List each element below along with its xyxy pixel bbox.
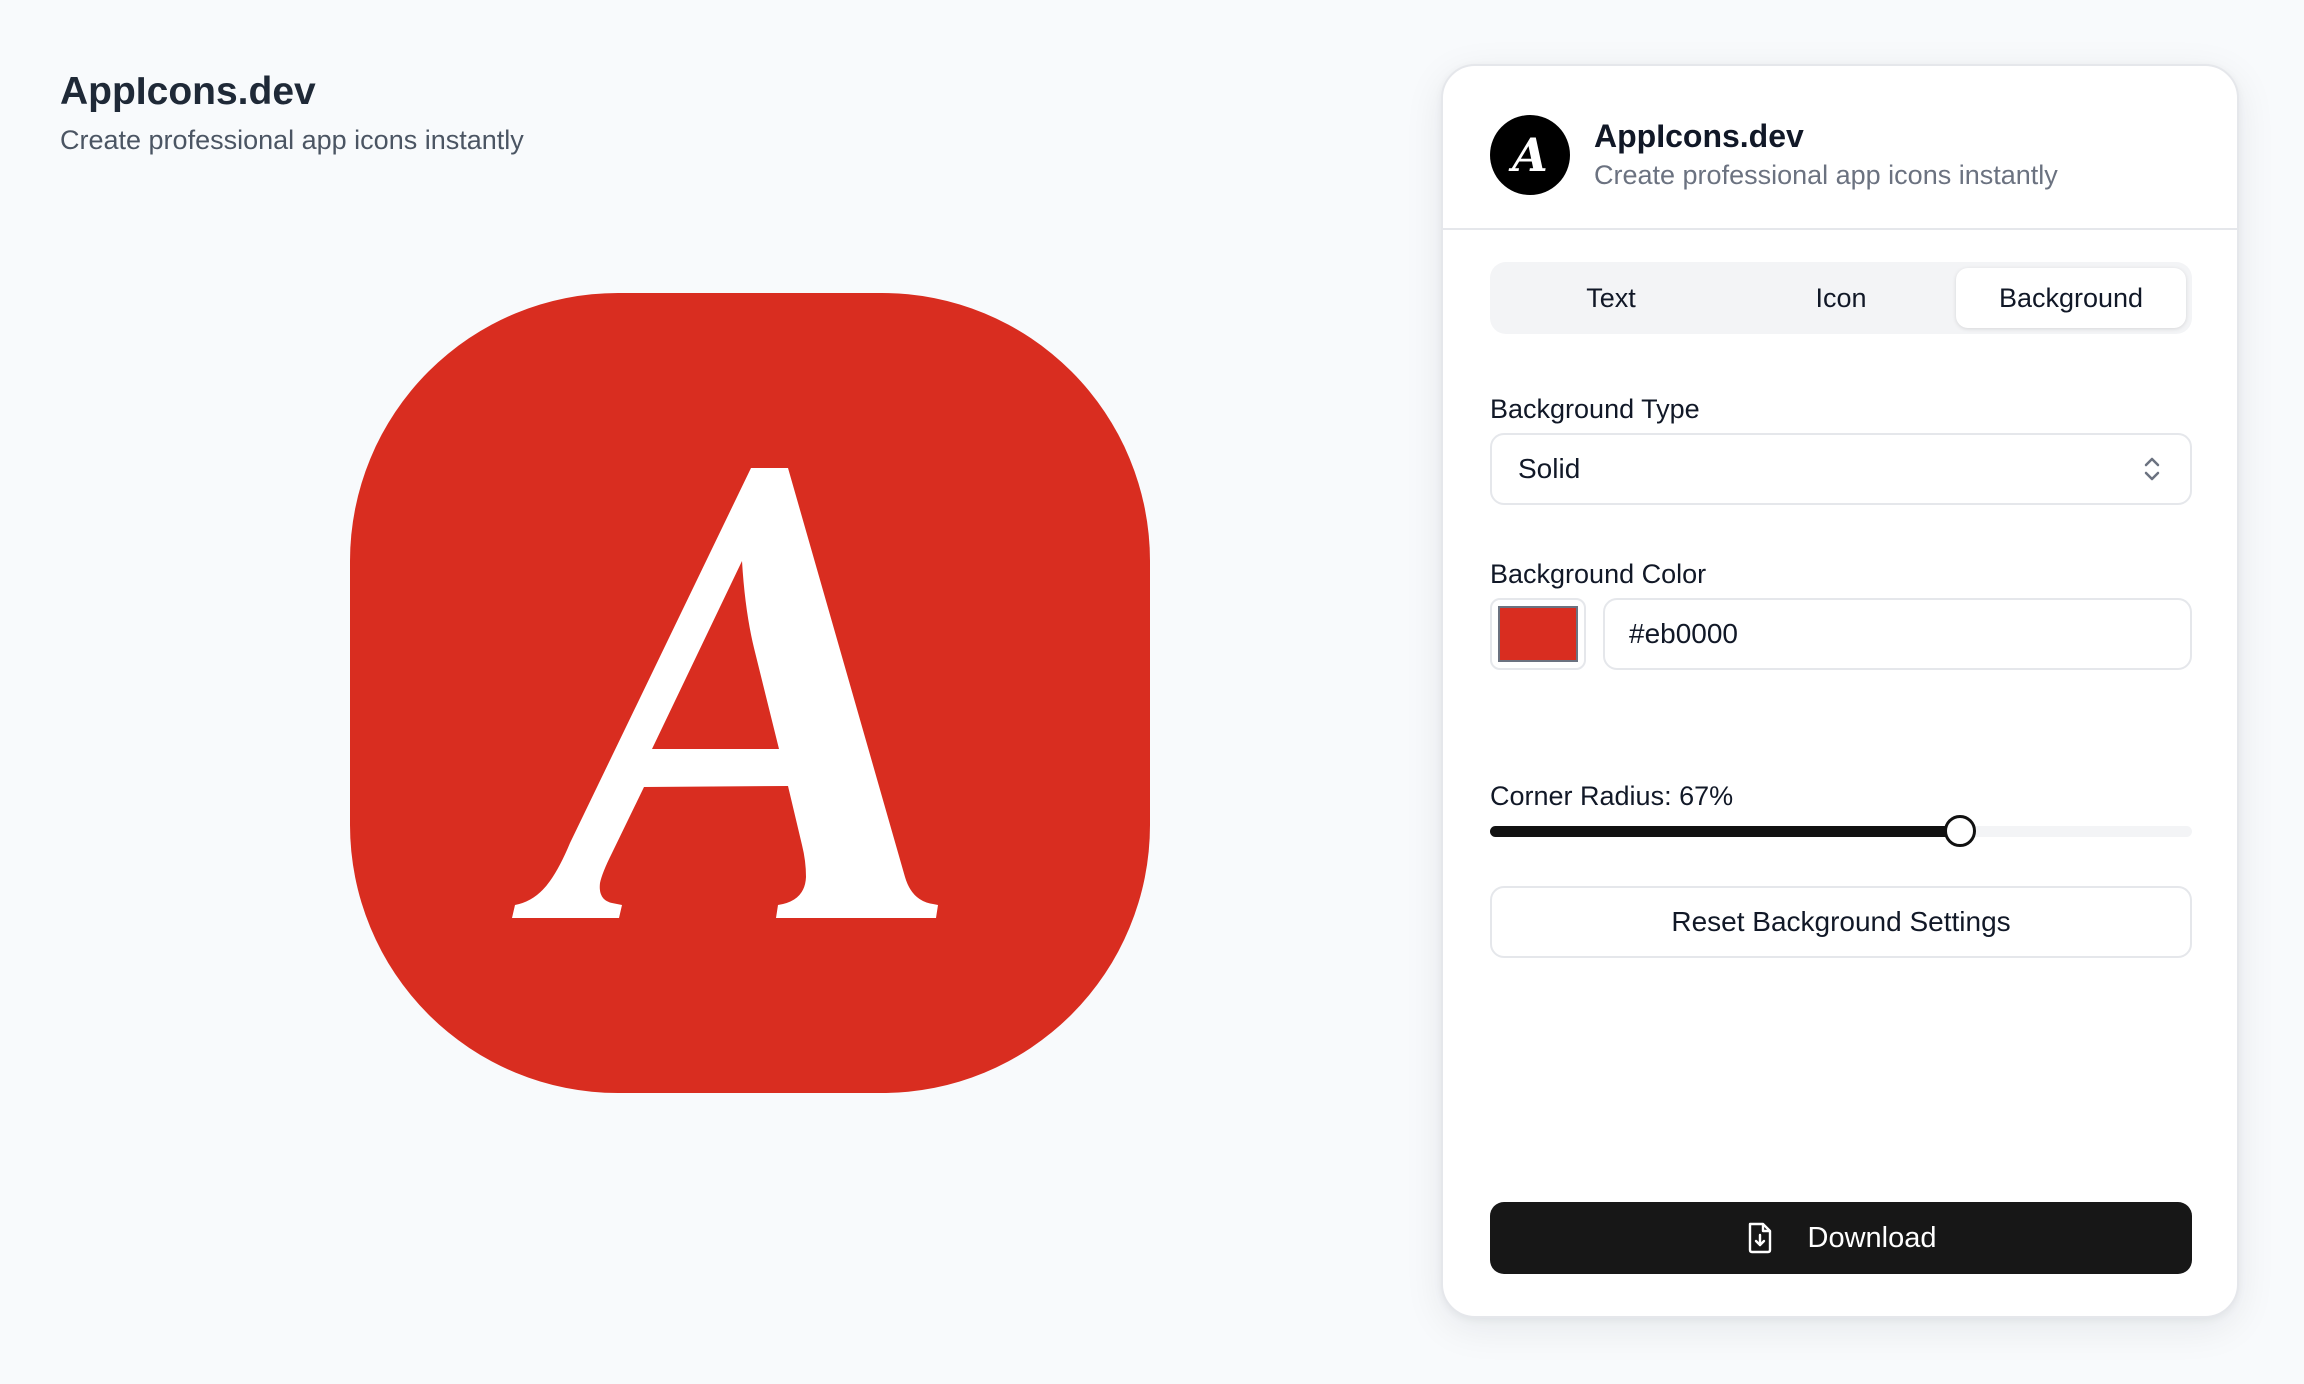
background-type-label: Background Type: [1490, 394, 1700, 424]
icon-preview-background: [350, 293, 1150, 1093]
background-color-swatch-fill: [1498, 606, 1578, 662]
icon-preview-canvas: [350, 293, 1150, 1093]
tab-background[interactable]: Background: [1956, 268, 2186, 328]
panel-subtitle: Create professional app icons instantly: [1594, 160, 2058, 190]
panel-title: AppIcons.dev: [1594, 118, 1804, 154]
file-download-icon: [1748, 1222, 1771, 1254]
corner-radius-slider-fill: [1490, 826, 1961, 837]
background-color-label: Background Color: [1490, 559, 1707, 589]
icon-preview: [350, 293, 1150, 1093]
panel-header: A AppIcons.dev Create professional app i…: [1443, 66, 2237, 230]
page-title: AppIcons.dev: [60, 70, 316, 113]
tab-text[interactable]: Text: [1496, 268, 1726, 328]
background-color-hex-input[interactable]: #eb0000: [1603, 598, 2192, 670]
corner-radius-slider[interactable]: [1490, 812, 2192, 852]
background-type-select[interactable]: Solid: [1490, 433, 2192, 505]
reset-background-button[interactable]: Reset Background Settings: [1490, 886, 2192, 958]
tab-icon[interactable]: Icon: [1726, 268, 1956, 328]
background-type-value: Solid: [1518, 453, 1581, 484]
settings-tabs: Text Icon Background: [1490, 262, 2192, 334]
page-header: AppIcons.dev Create professional app ico…: [60, 68, 524, 160]
corner-radius-label: Corner Radius: 67%: [1490, 781, 1734, 811]
background-color-swatch[interactable]: [1490, 598, 1586, 670]
download-label: Download: [1807, 1221, 1937, 1254]
settings-panel: A AppIcons.dev Create professional app i…: [1441, 64, 2239, 1318]
download-button[interactable]: Download: [1490, 1202, 2192, 1274]
corner-radius-slider-thumb[interactable]: [1944, 815, 1977, 847]
chevron-up-down-icon: [2144, 457, 2160, 481]
page-subtitle: Create professional app icons instantly: [60, 125, 524, 155]
app-logo-avatar: A: [1490, 115, 1570, 195]
